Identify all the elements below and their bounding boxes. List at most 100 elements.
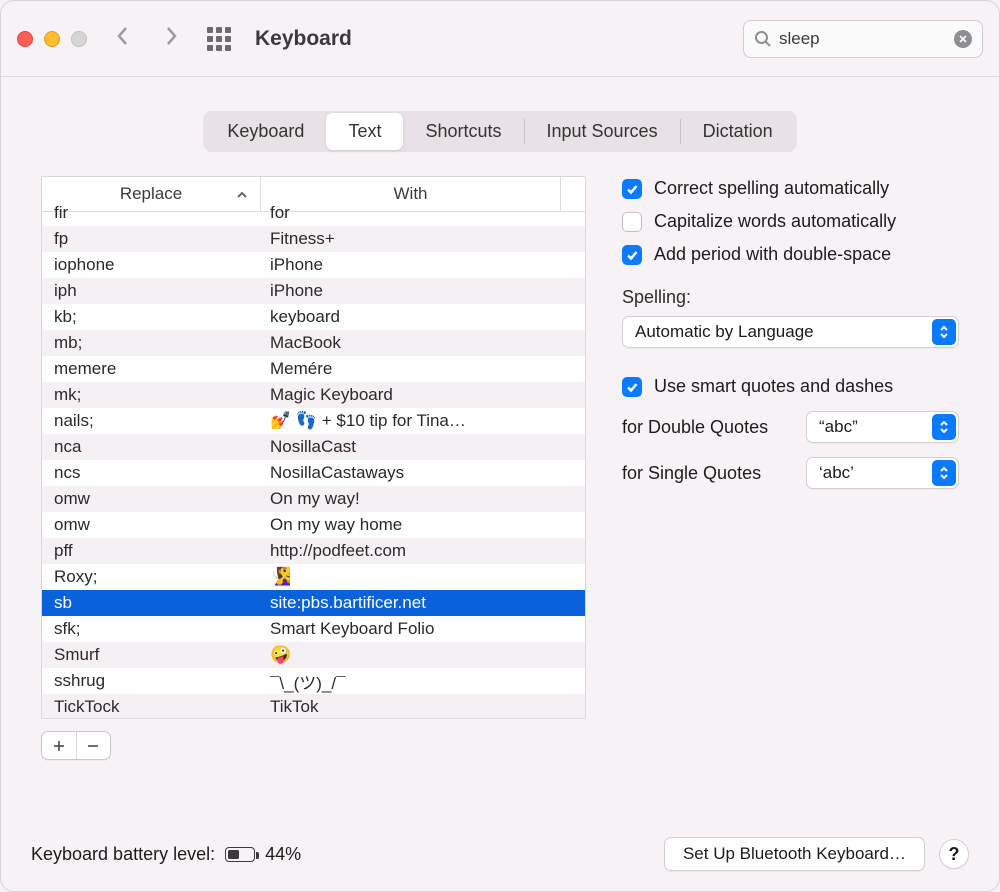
double-quotes-row: for Double Quotes “abc” xyxy=(622,411,959,443)
table-row[interactable]: omwOn my way! xyxy=(42,486,585,512)
single-quotes-value: ‘abc’ xyxy=(819,463,854,483)
table-row[interactable]: iphiPhone xyxy=(42,278,585,304)
back-button[interactable] xyxy=(115,25,131,52)
single-quotes-label: for Single Quotes xyxy=(622,463,792,484)
nav-buttons xyxy=(115,25,179,52)
stepper-icon xyxy=(932,414,956,440)
add-remove-control xyxy=(41,731,111,760)
table-header: Replace With xyxy=(42,177,585,212)
capitalize-row[interactable]: Capitalize words automatically xyxy=(622,211,959,232)
table-row[interactable]: ncsNosillaCastaways xyxy=(42,460,585,486)
double-quotes-label: for Double Quotes xyxy=(622,417,792,438)
tab-keyboard[interactable]: Keyboard xyxy=(205,113,326,150)
table-row[interactable]: iophoneiPhone xyxy=(42,252,585,278)
table-row[interactable]: pffhttp://podfeet.com xyxy=(42,538,585,564)
minimize-window-button[interactable] xyxy=(44,31,60,47)
capitalize-label: Capitalize words automatically xyxy=(654,211,896,232)
tab-bar: KeyboardTextShortcutsInput SourcesDictat… xyxy=(1,77,999,176)
replace-cell: nca xyxy=(42,434,260,460)
double-quotes-select[interactable]: “abc” xyxy=(806,411,959,443)
correct-spelling-row[interactable]: Correct spelling automatically xyxy=(622,178,959,199)
column-header-replace[interactable]: Replace xyxy=(42,177,261,211)
tab-input-sources[interactable]: Input Sources xyxy=(525,113,680,150)
with-cell: On my way home xyxy=(260,512,585,538)
table-row[interactable]: sshrug¯\_(ツ)_/¯ xyxy=(42,668,585,694)
clear-search-icon[interactable] xyxy=(954,30,972,48)
keyboard-prefs-window: Keyboard sleep KeyboardTextShortcutsInpu… xyxy=(0,0,1000,892)
table-row[interactable]: ncaNosillaCast xyxy=(42,434,585,460)
tabs-segmented-control: KeyboardTextShortcutsInput SourcesDictat… xyxy=(203,111,796,152)
with-cell: Smart Keyboard Folio xyxy=(260,616,585,642)
with-cell: site:pbs.bartificer.net xyxy=(260,590,585,616)
table-row[interactable]: mb;MacBook xyxy=(42,330,585,356)
column-spacer xyxy=(561,177,585,211)
table-row[interactable]: sbsite:pbs.bartificer.net xyxy=(42,590,585,616)
table-row[interactable]: mk;Magic Keyboard xyxy=(42,382,585,408)
help-button[interactable]: ? xyxy=(939,839,969,869)
replace-cell: nails; xyxy=(42,408,260,434)
zoom-window-button xyxy=(71,31,87,47)
with-cell: NosillaCast xyxy=(260,434,585,460)
show-all-prefs-icon[interactable] xyxy=(207,27,231,51)
replace-cell: pff xyxy=(42,538,260,564)
with-cell: MacBook xyxy=(260,330,585,356)
table-row[interactable]: sfk;Smart Keyboard Folio xyxy=(42,616,585,642)
table-row[interactable]: fpFitness+ xyxy=(42,226,585,252)
main-content: Replace With firforfpFitness+iophoneiPho… xyxy=(1,176,999,760)
add-period-row[interactable]: Add period with double-space xyxy=(622,244,959,265)
table-row[interactable]: nails;💅 👣 + $10 tip for Tina… xyxy=(42,408,585,434)
with-cell: http://podfeet.com xyxy=(260,538,585,564)
battery-icon xyxy=(225,847,255,862)
sort-indicator-icon xyxy=(236,184,248,204)
correct-spelling-checkbox[interactable] xyxy=(622,179,642,199)
titlebar: Keyboard sleep xyxy=(1,1,999,77)
table-body[interactable]: firforfpFitness+iophoneiPhoneiphiPhonekb… xyxy=(42,200,585,718)
with-cell: iPhone xyxy=(260,252,585,278)
spelling-label: Spelling: xyxy=(622,287,959,308)
with-cell: 🤪 xyxy=(260,642,585,668)
spelling-select[interactable]: Automatic by Language xyxy=(622,316,959,348)
add-row-button[interactable] xyxy=(42,732,77,759)
replace-cell: sb xyxy=(42,590,260,616)
smart-quotes-checkbox[interactable] xyxy=(622,377,642,397)
single-quotes-select[interactable]: ‘abc’ xyxy=(806,457,959,489)
capitalize-checkbox[interactable] xyxy=(622,212,642,232)
table-row[interactable]: kb;keyboard xyxy=(42,304,585,330)
tab-dictation[interactable]: Dictation xyxy=(681,113,795,150)
smart-quotes-row[interactable]: Use smart quotes and dashes xyxy=(622,376,959,397)
replace-cell: omw xyxy=(42,512,260,538)
footer: Keyboard battery level: 44% Set Up Bluet… xyxy=(1,837,999,871)
search-field[interactable]: sleep xyxy=(743,20,983,58)
with-cell: Fitness+ xyxy=(260,226,585,252)
replace-cell: iophone xyxy=(42,252,260,278)
table-row[interactable]: Smurf🤪 xyxy=(42,642,585,668)
table-row[interactable]: omwOn my way home xyxy=(42,512,585,538)
battery-label: Keyboard battery level: xyxy=(31,844,215,865)
remove-row-button[interactable] xyxy=(77,732,111,759)
add-period-checkbox[interactable] xyxy=(622,245,642,265)
table-row[interactable]: memereMemére xyxy=(42,356,585,382)
smart-quotes-label: Use smart quotes and dashes xyxy=(654,376,893,397)
add-period-label: Add period with double-space xyxy=(654,244,891,265)
column-header-with[interactable]: With xyxy=(261,177,561,211)
table-row[interactable]: Roxy;🧏‍♀️ xyxy=(42,564,585,590)
with-cell: 💅 👣 + $10 tip for Tina… xyxy=(260,408,585,434)
table-row[interactable]: TickTockTikTok xyxy=(42,694,585,718)
search-icon xyxy=(754,30,772,48)
with-cell: Magic Keyboard xyxy=(260,382,585,408)
replace-cell: memere xyxy=(42,356,260,382)
with-cell: NosillaCastaways xyxy=(260,460,585,486)
replace-cell: Smurf xyxy=(42,642,260,668)
tab-text[interactable]: Text xyxy=(326,113,403,150)
replace-cell: fp xyxy=(42,226,260,252)
stepper-icon xyxy=(932,319,956,345)
close-window-button[interactable] xyxy=(17,31,33,47)
replace-cell: TickTock xyxy=(42,694,260,718)
setup-bluetooth-button[interactable]: Set Up Bluetooth Keyboard… xyxy=(664,837,925,871)
tab-shortcuts[interactable]: Shortcuts xyxy=(403,113,523,150)
with-cell: keyboard xyxy=(260,304,585,330)
forward-button[interactable] xyxy=(163,25,179,52)
with-cell: On my way! xyxy=(260,486,585,512)
replace-cell: sshrug xyxy=(42,668,260,694)
with-cell: ¯\_(ツ)_/¯ xyxy=(260,668,585,694)
